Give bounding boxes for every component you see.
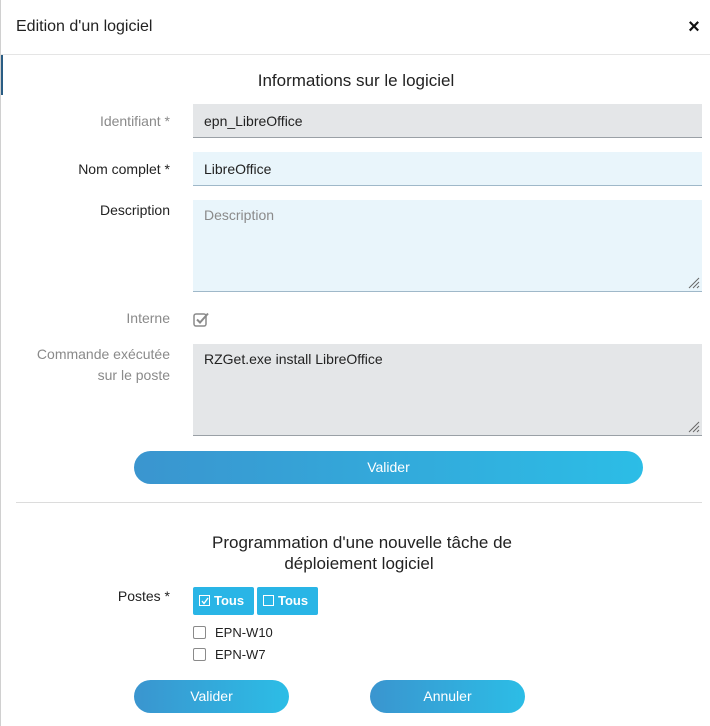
interne-checkbox-checked-icon <box>193 312 209 327</box>
description-textarea[interactable]: Description <box>193 200 702 292</box>
postes-label: Postes * <box>117 588 170 604</box>
resize-grip-icon[interactable] <box>688 277 700 289</box>
dialog-header: Edition d'un logiciel × <box>1 0 710 55</box>
commande-value: RZGet.exe install LibreOffice <box>204 351 383 367</box>
empty-box-icon <box>263 595 274 606</box>
identifiant-label: Identifiant * <box>99 113 170 129</box>
dialog-title: Edition d'un logiciel <box>16 18 153 35</box>
commande-textarea: RZGet.exe install LibreOffice <box>193 344 702 436</box>
poste-name: EPN-W7 <box>215 647 266 662</box>
description-label: Description <box>99 202 170 218</box>
select-all-postes-button[interactable]: Tous <box>193 587 254 615</box>
resize-grip-icon <box>688 421 700 433</box>
select-all-label: Tous <box>214 593 245 608</box>
deselect-all-label: Tous <box>278 593 309 608</box>
checked-box-icon <box>199 595 210 606</box>
identifiant-field: epn_LibreOffice <box>193 104 702 138</box>
software-info-title: Informations sur le logiciel <box>257 71 455 90</box>
poste-item-epn-w7[interactable]: EPN-W7 <box>193 646 266 664</box>
close-icon[interactable]: × <box>686 17 702 37</box>
nom-complet-label: Nom complet * <box>78 161 170 177</box>
commande-label-line1: Commande exécutée <box>36 346 170 362</box>
poste-item-epn-w10[interactable]: EPN-W10 <box>193 624 273 642</box>
deployment-title-line2-text: déploiement logiciel <box>284 554 434 573</box>
poste-checkbox[interactable] <box>193 648 206 661</box>
interne-label: Interne <box>126 310 170 326</box>
nom-complet-input[interactable]: LibreOffice <box>193 152 702 186</box>
validate-deployment-button[interactable]: Valider <box>134 680 289 713</box>
commande-label-line2: sur le poste <box>97 367 170 383</box>
poste-checkbox[interactable] <box>193 626 206 639</box>
edit-software-dialog: Edition d'un logiciel × Informations sur… <box>0 0 710 726</box>
validate-software-button[interactable]: Valider <box>134 451 643 484</box>
description-placeholder: Description <box>204 207 275 223</box>
deployment-title-line1: Programmation d'une nouvelle tâche de <box>4 532 710 554</box>
deployment-title-line1-text: Programmation d'une nouvelle tâche de <box>212 533 512 552</box>
cancel-button[interactable]: Annuler <box>370 680 525 713</box>
section-divider <box>16 502 702 503</box>
deselect-all-postes-button[interactable]: Tous <box>257 587 318 615</box>
poste-name: EPN-W10 <box>215 625 273 640</box>
check-mark-icon <box>201 597 209 605</box>
deployment-title-line2: déploiement logiciel <box>1 553 710 575</box>
